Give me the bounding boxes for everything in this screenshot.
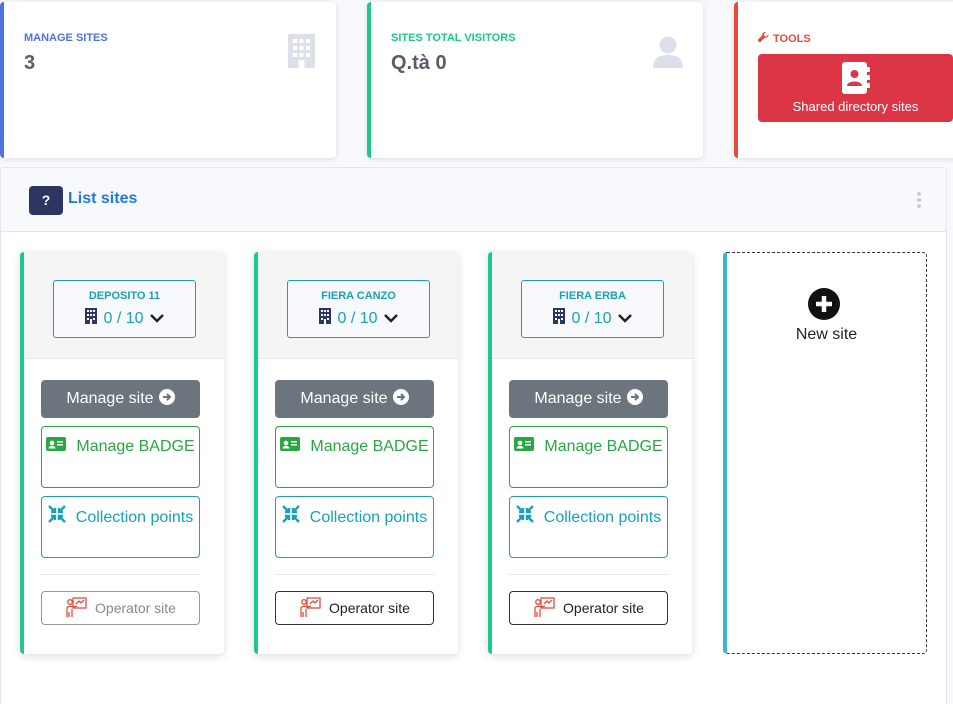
id-card-icon xyxy=(280,435,301,459)
site-visitor-count: 0 / 10 xyxy=(571,309,612,327)
manage-sites-label: MANAGE SITES xyxy=(24,32,108,44)
site-selector[interactable]: FIERA CANZO 0 / 10 xyxy=(287,280,430,338)
building-icon xyxy=(85,308,98,329)
site-card-header: FIERA CANZO 0 / 10 xyxy=(258,252,458,359)
manage-badge-label: Manage BADGE xyxy=(76,438,195,456)
operator-presentation-icon xyxy=(533,596,555,621)
manage-badge-button[interactable]: Manage BADGE xyxy=(509,426,668,488)
site-name: FIERA ERBA xyxy=(559,290,626,302)
operator-site-label: Operator site xyxy=(329,600,410,616)
manage-sites-card: MANAGE SITES 3 xyxy=(0,2,336,158)
manage-site-label: Manage site xyxy=(300,390,388,407)
building-icon xyxy=(553,308,566,329)
id-card-icon xyxy=(514,435,535,459)
collection-points-button[interactable]: Collection points xyxy=(275,496,434,558)
building-icon xyxy=(288,34,315,73)
site-card: FIERA CANZO 0 / 10 Manage site Manage BA… xyxy=(254,252,458,654)
manage-badge-label: Manage BADGE xyxy=(310,438,429,456)
chevron-down-icon[interactable] xyxy=(617,310,632,328)
divider xyxy=(41,574,200,575)
compress-arrows-icon xyxy=(47,505,66,531)
operator-site-button[interactable]: Operator site xyxy=(275,591,434,625)
help-button[interactable]: ? xyxy=(29,186,63,215)
shared-directory-sites-button[interactable]: Shared directory sites xyxy=(758,54,953,122)
operator-site-label: Operator site xyxy=(95,600,176,616)
visitors-card: SITES TOTAL VISITORS Q.tà 0 xyxy=(367,2,703,158)
arrow-circle-right-icon xyxy=(626,388,643,410)
arrow-circle-right-icon xyxy=(158,388,175,410)
site-name: FIERA CANZO xyxy=(321,290,396,302)
chevron-down-icon[interactable] xyxy=(149,310,164,328)
site-card-header: DEPOSITO 11 0 / 10 xyxy=(24,252,224,359)
new-site-label: New site xyxy=(795,326,858,343)
arrow-circle-right-icon xyxy=(392,388,409,410)
card-accent-bar xyxy=(734,2,738,158)
manage-site-button[interactable]: Manage site xyxy=(275,380,434,418)
operator-presentation-icon xyxy=(65,596,87,621)
collection-points-label: Collection points xyxy=(543,509,662,527)
site-card: DEPOSITO 11 0 / 10 Manage site Manage BA… xyxy=(20,252,224,654)
tools-label-text: TOOLS xyxy=(773,33,811,45)
manage-badge-label: Manage BADGE xyxy=(544,438,663,456)
operator-site-button[interactable]: Operator site xyxy=(509,591,668,625)
tools-card: TOOLS Shared directory sites xyxy=(734,2,953,158)
visitors-value: Q.tà 0 xyxy=(391,52,447,74)
visitors-label: SITES TOTAL VISITORS xyxy=(391,32,516,44)
collection-points-label: Collection points xyxy=(309,509,428,527)
operator-presentation-icon xyxy=(299,596,321,621)
operator-site-button[interactable]: Operator site xyxy=(41,591,200,625)
site-card-header: FIERA ERBA 0 / 10 xyxy=(492,252,692,359)
new-site-card[interactable]: New site xyxy=(723,252,927,654)
compress-arrows-icon xyxy=(281,505,300,531)
card-accent-bar xyxy=(367,2,371,158)
manage-site-label: Manage site xyxy=(534,390,622,407)
site-name: DEPOSITO 11 xyxy=(88,290,161,302)
site-card: FIERA ERBA 0 / 10 Manage site Manage BAD… xyxy=(488,252,692,654)
chevron-down-icon[interactable] xyxy=(383,310,398,328)
id-card-icon xyxy=(46,435,67,459)
tools-label: TOOLS xyxy=(757,31,811,46)
panel-header: ? List sites xyxy=(1,168,946,232)
divider xyxy=(509,574,668,575)
manage-badge-button[interactable]: Manage BADGE xyxy=(275,426,434,488)
manage-site-label: Manage site xyxy=(66,390,154,407)
panel-title: List sites xyxy=(68,190,138,207)
manage-sites-value: 3 xyxy=(24,52,36,74)
operator-site-label: Operator site xyxy=(563,600,644,616)
site-visitor-count: 0 / 10 xyxy=(103,309,144,327)
site-selector[interactable]: FIERA ERBA 0 / 10 xyxy=(521,280,664,338)
collection-points-button[interactable]: Collection points xyxy=(509,496,668,558)
card-accent-bar xyxy=(0,2,4,158)
divider xyxy=(275,574,434,575)
manage-site-button[interactable]: Manage site xyxy=(41,380,200,418)
collection-points-label: Collection points xyxy=(75,509,194,527)
site-visitor-count: 0 / 10 xyxy=(337,309,378,327)
site-selector[interactable]: DEPOSITO 11 0 / 10 xyxy=(53,280,196,338)
manage-badge-button[interactable]: Manage BADGE xyxy=(41,426,200,488)
manage-site-button[interactable]: Manage site xyxy=(509,380,668,418)
compress-arrows-icon xyxy=(515,505,534,531)
user-icon xyxy=(653,36,683,73)
building-icon xyxy=(319,308,332,329)
shared-directory-sites-label: Shared directory sites xyxy=(792,99,919,114)
wrench-icon xyxy=(757,31,769,46)
plus-circle-icon xyxy=(808,288,840,325)
address-book-icon xyxy=(842,62,870,97)
kebab-menu-icon[interactable] xyxy=(915,192,923,210)
collection-points-button[interactable]: Collection points xyxy=(41,496,200,558)
